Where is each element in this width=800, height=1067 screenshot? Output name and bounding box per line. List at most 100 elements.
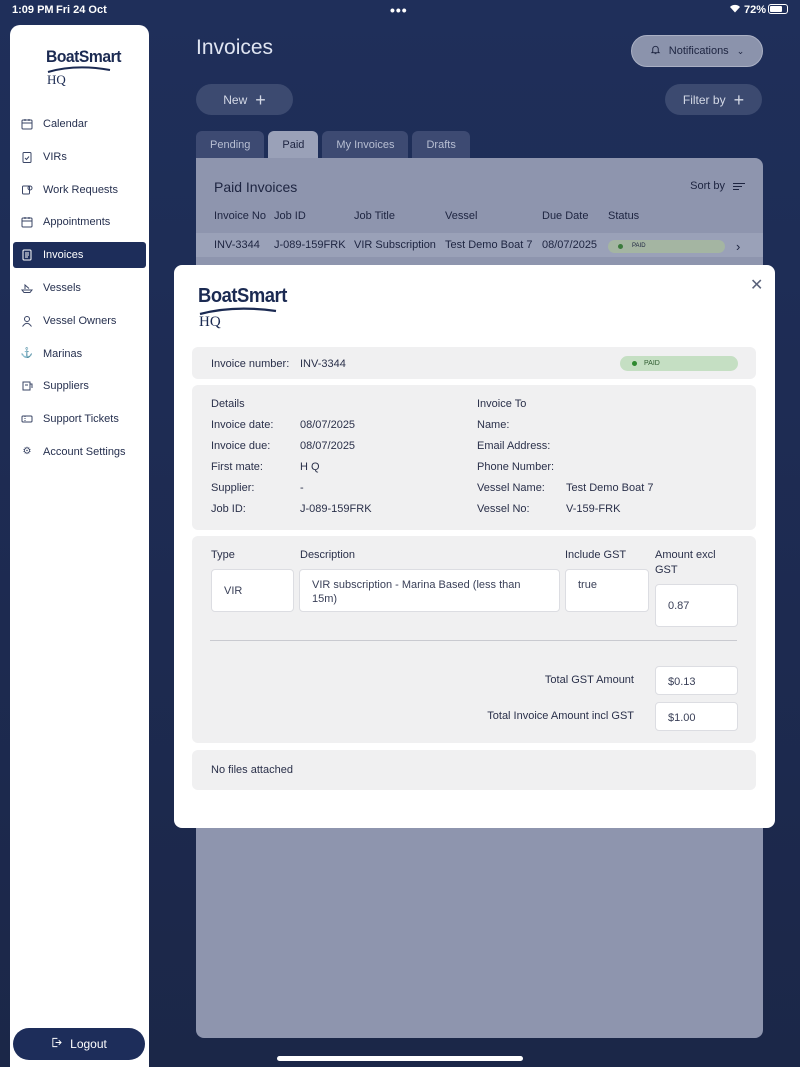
gear-icon: ⚙	[22, 446, 32, 458]
total-gst-label: Total GST Amount	[544, 674, 634, 686]
supplier-value: -	[300, 482, 304, 494]
logout-button[interactable]: Logout	[13, 1028, 145, 1060]
plus-icon: +	[255, 89, 266, 110]
job-id-value: J-089-159FRK	[300, 503, 372, 515]
page-title: Invoices	[196, 36, 274, 59]
sidebar-item-virs[interactable]: VIRs	[13, 144, 146, 170]
type-field[interactable]: VIR	[211, 569, 294, 612]
sidebar-item-label: Calendar	[43, 118, 88, 130]
sort-by-button[interactable]: Sort by	[690, 180, 745, 192]
sidebar-item-marinas[interactable]: ⚓ Marinas	[13, 341, 146, 367]
type-header: Type	[211, 549, 235, 561]
column-header[interactable]: Invoice No	[214, 210, 266, 222]
supplier-icon	[21, 380, 33, 392]
total-invoice-label: Total Invoice Amount incl GST	[487, 710, 634, 722]
status-bar: 1:09 PM Fri 24 Oct ••• 72%	[0, 0, 800, 20]
sidebar: BoatSmart HQ Calendar VIRs Work Requests…	[10, 25, 149, 1067]
sidebar-item-label: Invoices	[43, 249, 84, 262]
filter-by-button[interactable]: Filter by +	[665, 84, 762, 115]
sidebar-item-appointments[interactable]: Appointments	[13, 209, 146, 235]
sidebar-item-suppliers[interactable]: Suppliers	[13, 373, 146, 399]
table-row[interactable]: INV-3344 J-089-159FRK VIR Subscription T…	[196, 233, 763, 257]
boat-icon	[21, 282, 33, 294]
amount-header: Amount excl GST	[655, 549, 716, 576]
sort-icon	[733, 181, 745, 192]
status-time: 1:09 PM	[12, 4, 54, 16]
sidebar-nav: Calendar VIRs Work Requests Appointments…	[13, 111, 146, 472]
column-header[interactable]: Job Title	[354, 210, 395, 222]
invoice-number-bar: Invoice number: INV-3344 PAID	[192, 347, 756, 379]
sidebar-item-support-tickets[interactable]: Support Tickets	[13, 406, 146, 432]
invoice-detail-modal: ✕ BoatSmart HQ Invoice number: INV-3344 …	[174, 265, 775, 828]
person-icon	[21, 315, 33, 327]
sidebar-item-label: Work Requests	[43, 183, 118, 196]
sidebar-item-label: Vessels	[43, 281, 81, 294]
include-gst-field[interactable]: true	[565, 569, 649, 612]
table-header: Invoice No Job ID Job Title Vessel Due D…	[196, 210, 763, 226]
attachments-section: No files attached	[192, 750, 756, 790]
tab-my-invoices[interactable]: My Invoices	[322, 131, 409, 158]
boatsmart-logo[interactable]: BoatSmart HQ	[46, 47, 127, 88]
multitasking-dots-icon[interactable]: •••	[390, 2, 408, 18]
vessel-no-label: Vessel No:	[477, 503, 530, 515]
invoice-icon	[21, 249, 33, 261]
work-request-icon	[21, 184, 33, 196]
invoice-date-value: 08/07/2025	[300, 419, 356, 431]
logo-wordmark: BoatSmart	[198, 285, 287, 307]
amount-field[interactable]: 0.87	[655, 584, 738, 627]
sidebar-item-label: Vessel Owners	[43, 314, 117, 327]
no-files-text: No files attached	[211, 764, 293, 776]
invoice-due-value: 08/07/2025	[300, 440, 356, 452]
logo-hq: HQ	[47, 72, 66, 87]
tab-pending[interactable]: Pending	[196, 131, 265, 158]
logo-wordmark: BoatSmart	[46, 47, 121, 66]
invoice-due-label: Invoice due:	[211, 440, 271, 452]
cell-invoice-no: INV-3344	[214, 239, 260, 251]
new-invoice-button[interactable]: New +	[196, 84, 293, 115]
status-date: Fri 24 Oct	[56, 4, 107, 16]
sidebar-item-label: Marinas	[43, 347, 83, 360]
close-icon[interactable]: ✕	[750, 275, 763, 295]
tab-paid[interactable]: Paid	[268, 131, 319, 158]
boatsmart-logo: BoatSmart HQ	[198, 285, 295, 331]
status-badge: PAID	[608, 240, 725, 253]
description-field[interactable]: VIR subscription - Marina Based (less th…	[299, 569, 560, 612]
filter-label: Filter by	[682, 92, 726, 107]
sidebar-item-label: Appointments	[43, 216, 111, 229]
logo-hq: HQ	[199, 314, 221, 330]
tab-drafts[interactable]: Drafts	[412, 131, 470, 158]
calendar-icon	[21, 118, 33, 130]
chevron-right-icon[interactable]: ›	[736, 239, 740, 254]
invoice-number-label: Invoice number:	[211, 358, 290, 370]
vessel-name-label: Vessel Name:	[477, 482, 545, 494]
cell-job-title: VIR Subscription	[354, 239, 436, 251]
name-label: Name:	[477, 419, 510, 431]
sidebar-item-calendar[interactable]: Calendar	[13, 111, 146, 137]
invoice-details-section: Details Invoice date: 08/07/2025 Invoice…	[192, 385, 756, 530]
anchor-icon: ⚓	[20, 348, 34, 360]
sidebar-item-account-settings[interactable]: ⚙ Account Settings	[13, 439, 146, 465]
sidebar-item-work-requests[interactable]: Work Requests	[13, 177, 146, 203]
invoice-number-value: INV-3344	[300, 358, 346, 370]
sidebar-item-label: Suppliers	[43, 380, 89, 393]
divider	[210, 640, 737, 641]
total-invoice-field[interactable]: $1.00	[655, 702, 738, 731]
column-header[interactable]: Job ID	[274, 210, 306, 222]
sidebar-item-invoices[interactable]: Invoices	[13, 242, 146, 269]
invoice-to-heading: Invoice To	[477, 398, 527, 410]
logout-icon	[51, 1037, 62, 1051]
total-gst-field[interactable]: $0.13	[655, 666, 738, 695]
column-header[interactable]: Vessel	[445, 210, 477, 222]
column-header[interactable]: Due Date	[542, 210, 588, 222]
battery-percent: 72%	[744, 4, 767, 16]
sidebar-item-vessels[interactable]: Vessels	[13, 275, 146, 301]
column-header[interactable]: Status	[608, 210, 639, 222]
cell-vessel: Test Demo Boat 7	[445, 239, 533, 251]
notifications-label: Notifications	[668, 45, 729, 57]
battery-icon	[768, 4, 788, 14]
sort-label: Sort by	[690, 180, 725, 192]
new-label: New	[223, 92, 248, 107]
sidebar-item-vessel-owners[interactable]: Vessel Owners	[13, 308, 146, 334]
home-indicator[interactable]	[277, 1056, 523, 1061]
notifications-button[interactable]: Notifications ⌄	[631, 35, 763, 67]
